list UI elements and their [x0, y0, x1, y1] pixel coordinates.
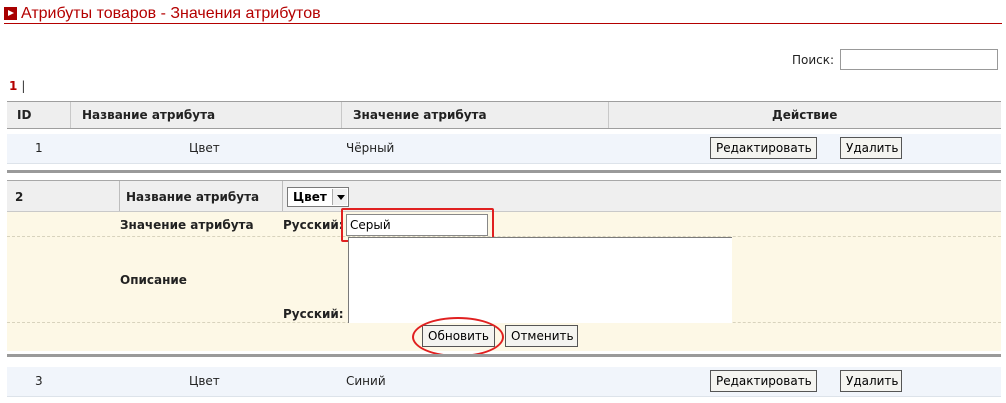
column-header-attribute: Название атрибута	[82, 108, 216, 122]
page-link-current[interactable]: 1	[9, 79, 17, 93]
edit-form-header: 2 Название атрибута	[7, 180, 1001, 212]
column-divider	[341, 102, 342, 128]
row-attribute-value: Чёрный	[346, 141, 395, 155]
delete-button[interactable]: Удалить	[840, 137, 902, 159]
row-id: 3	[35, 374, 43, 388]
row-separator	[7, 354, 1001, 357]
cancel-button[interactable]: Отменить	[505, 325, 578, 347]
table-header: ID Название атрибута Значение атрибута Д…	[7, 101, 1001, 129]
delete-button[interactable]: Удалить	[840, 370, 902, 392]
description-lang-label: Русский:	[283, 307, 344, 321]
column-divider	[608, 102, 609, 128]
column-header-action: Действие	[772, 108, 838, 122]
highlight-annotation	[412, 317, 504, 357]
search-input[interactable]	[840, 49, 998, 70]
edit-button[interactable]: Редактировать	[710, 370, 817, 392]
description-textarea[interactable]	[348, 237, 732, 323]
attribute-select[interactable]: Цвет	[287, 187, 349, 207]
page-header: Атрибуты товаров - Значения атрибутов	[4, 4, 1002, 24]
value-lang-label: Русский:	[283, 218, 344, 232]
column-header-id: ID	[17, 108, 32, 122]
value-label: Значение атрибута	[120, 218, 254, 232]
column-divider	[119, 181, 120, 211]
row-attribute-value: Синий	[346, 374, 386, 388]
row-attribute-name: Цвет	[189, 374, 220, 388]
row-attribute-name: Цвет	[189, 141, 220, 155]
triangle-right-icon	[4, 7, 17, 20]
edit-button[interactable]: Редактировать	[710, 137, 817, 159]
row-id: 1	[35, 141, 43, 155]
column-divider	[282, 181, 283, 211]
edit-form-attribute-label: Название атрибута	[126, 190, 260, 204]
search-label: Поиск:	[792, 53, 835, 67]
chevron-down-icon[interactable]	[332, 189, 347, 205]
pagination: 1 |	[9, 79, 25, 93]
table-row: 3 Цвет Синий Редактировать Удалить	[7, 367, 1001, 397]
attribute-select-value: Цвет	[293, 190, 327, 204]
page-title: Атрибуты товаров - Значения атрибутов	[21, 5, 321, 22]
pager-separator: |	[21, 79, 26, 93]
edit-form-id: 2	[15, 190, 24, 204]
description-label: Описание	[120, 273, 187, 287]
column-divider	[70, 102, 71, 128]
table-row: 1 Цвет Чёрный Редактировать Удалить	[7, 134, 1001, 164]
column-header-value: Значение атрибута	[353, 108, 487, 122]
row-separator	[7, 170, 1001, 173]
